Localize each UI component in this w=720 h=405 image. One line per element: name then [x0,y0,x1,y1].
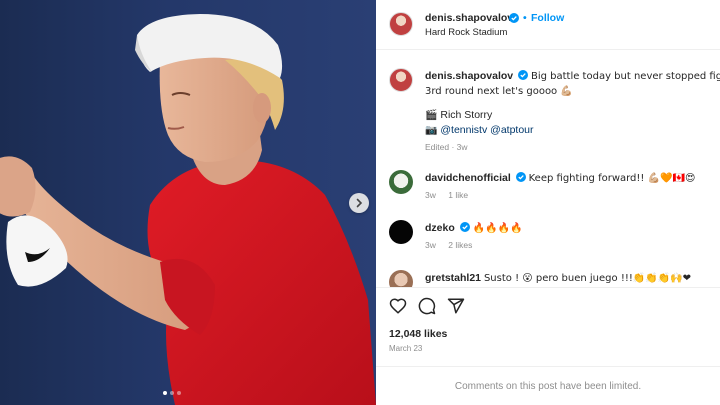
comment-username[interactable]: dzeko [425,222,455,234]
commenter-avatar[interactable] [389,270,413,287]
carousel-dot [170,391,174,395]
comment-username[interactable]: davidchenofficial [425,172,511,184]
carousel-indicator [163,391,181,395]
chevron-right-icon [356,198,363,208]
caption-line-2: 3rd round next let's goooo 💪🏼 [425,86,573,97]
verified-icon [459,222,470,232]
comments-limited-notice: Comments on this post have been limited. [376,366,720,405]
comment-icon[interactable] [418,297,436,315]
verified-icon [515,172,526,182]
player-photo-illustration [0,14,376,405]
likes-count[interactable]: 12,048 likes [389,328,447,340]
comment-age: 3w [425,240,436,250]
post-sidebar: denis.shapovalov • Follow Hard Rock Stad… [376,0,720,405]
camera-icon: 📷 [425,125,438,136]
author-username[interactable]: denis.shapovalov [425,12,513,24]
mention-atptour[interactable]: @atptour [490,124,533,136]
comment-username[interactable]: gretstahl21 [425,272,481,284]
author-avatar[interactable] [389,12,413,36]
caption-line-1: Big battle today but never stopped fight… [530,71,720,82]
comment-likes[interactable]: 2 likes [448,240,472,250]
comment-text: Susto ! 😮 pero buen juego !!!👏👏👏🙌❤ [483,273,692,284]
caption-username[interactable]: denis.shapovalov [425,70,513,82]
post-actions: 12,048 likes March 23 Comments on this p… [376,287,720,405]
caption-age: 3w [456,142,468,152]
comment-text: Keep fighting forward!! 💪🏼🧡🇨🇦😍 [528,173,696,184]
follow-button[interactable]: Follow [531,12,564,24]
post-header: denis.shapovalov • Follow Hard Rock Stad… [376,0,720,50]
edited-label: Edited [425,142,450,152]
post-location[interactable]: Hard Rock Stadium [425,27,507,38]
verified-icon [518,70,529,80]
verified-icon [509,13,519,23]
author-avatar[interactable] [389,68,413,92]
heart-icon[interactable] [389,297,407,315]
follow-separator: • [523,12,527,24]
commenter-avatar[interactable] [389,170,413,194]
photo-credit: Rich Storry [440,109,493,121]
post-photo[interactable] [0,0,376,405]
comment-age: 3w [425,190,436,200]
post-date: March 23 [389,344,423,353]
comment-text: 🔥🔥🔥🔥 [472,223,523,234]
comment-likes[interactable]: 1 like [448,190,468,200]
carousel-dot [163,391,167,395]
share-icon[interactable] [447,297,465,315]
clapperboard-icon: 🎬 [425,110,438,121]
comments-list[interactable]: denis.shapovalov Big battle today but ne… [376,51,720,287]
carousel-next-button[interactable] [349,193,369,213]
carousel-dot [177,391,181,395]
mention-tennistv[interactable]: @tennistv [440,124,487,136]
commenter-avatar[interactable] [389,220,413,244]
